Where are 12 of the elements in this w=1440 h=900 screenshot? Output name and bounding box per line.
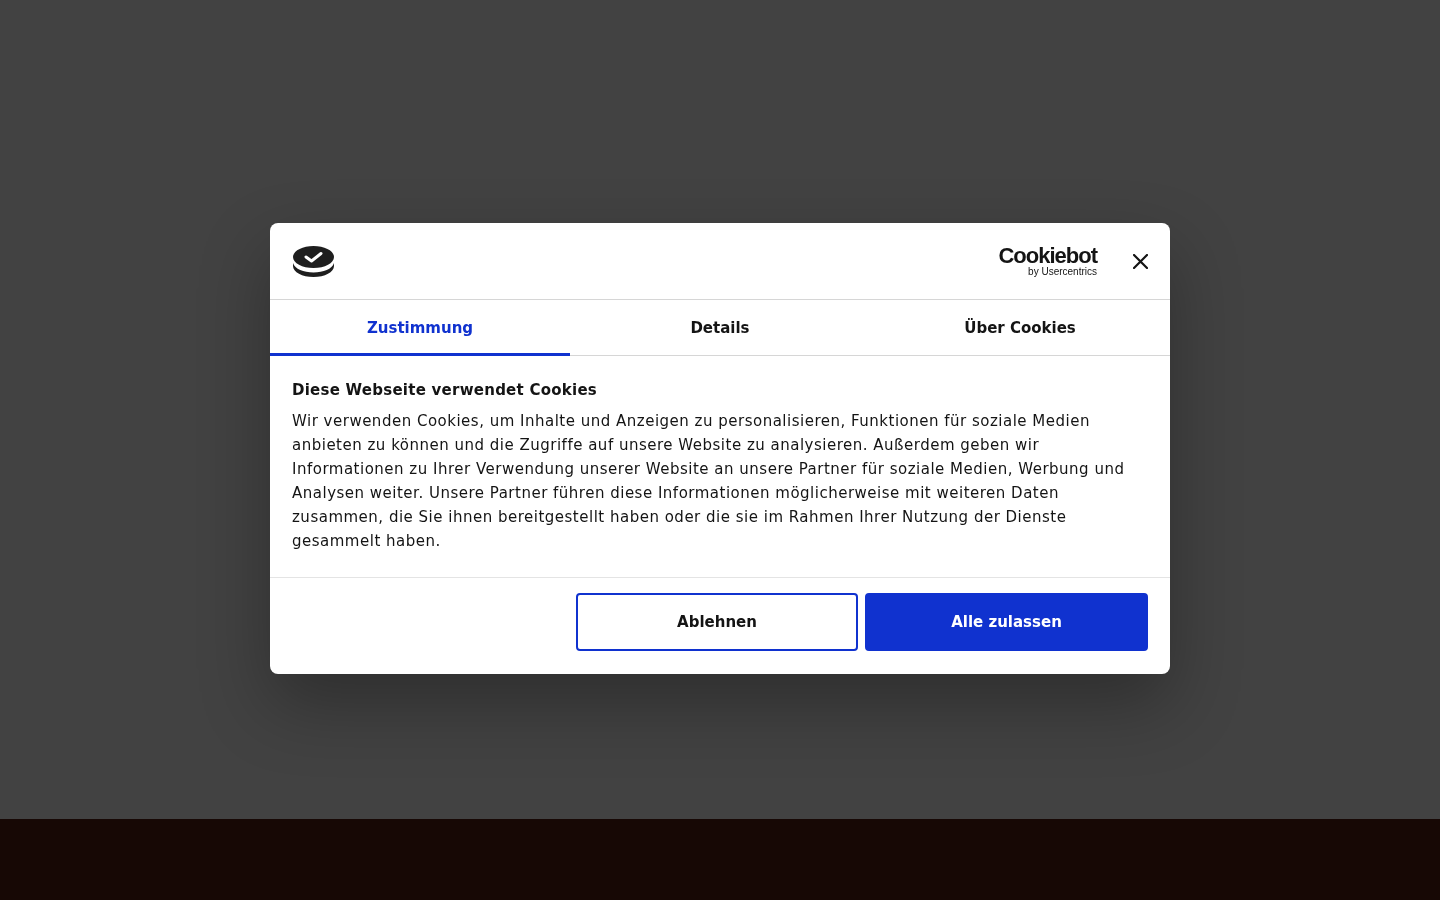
brand-wordmark: Cookiebot — [998, 246, 1097, 266]
dialog-title: Diese Webseite verwendet Cookies — [292, 380, 599, 401]
accept-all-button[interactable]: Alle zulassen — [865, 593, 1148, 651]
dialog-tab[interactable]: Zustimmung — [270, 300, 570, 356]
consent-description: Wir verwenden Cookies, um Inhalte und Anzeigen zu personalisieren, Funktionen für soziale Medien anbieten zu können und die Zugriffe auf unsere Website zu analysieren. Außerdem geben wir Informationen zu Ihrer Verwendung unserer Website an unsere Partner für soziale Medien, Werbung und Analysen weiter. Unsere Partner führen diese Informationen möglicherweise mit weiteren Daten zusammen, die Sie ihnen bereitgestellt haben oder die sie im Rahmen Ihrer Nutzung der Dienste gesammelt haben. — [292, 411, 1126, 552]
decline-button[interactable]: Ablehnen — [576, 593, 858, 651]
close-button[interactable] — [1133, 253, 1148, 269]
dialog-tab[interactable]: Details — [570, 300, 870, 356]
dialog-tab[interactable]: Über Cookies — [870, 300, 1170, 356]
brand-byline: by Usercentrics — [1028, 266, 1097, 277]
close-icon — [1133, 253, 1148, 269]
cookie-check-logo-icon — [293, 246, 334, 277]
